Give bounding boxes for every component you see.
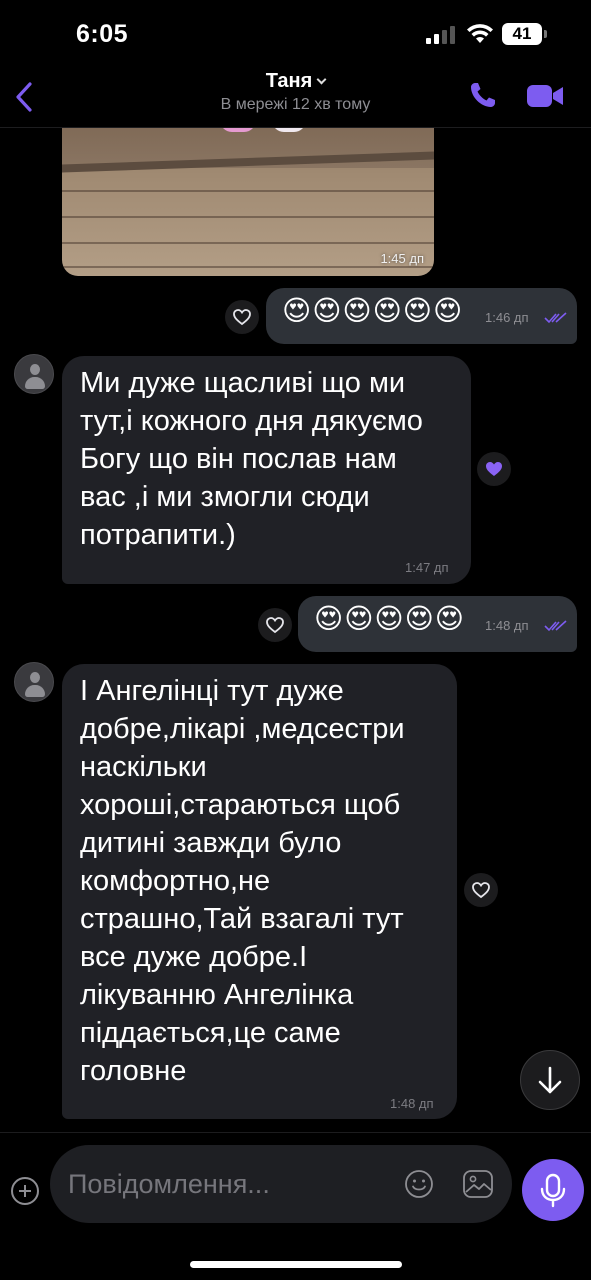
message-line: страшно,Тай взагалі тут — [80, 903, 404, 935]
message-line: наскільки — [80, 751, 207, 783]
message-line: хороші,стараються щоб — [80, 789, 401, 821]
record-voice-button[interactable] — [522, 1159, 584, 1221]
read-checkmarks-icon — [544, 620, 567, 632]
message-composer: Повідомлення... — [0, 1132, 591, 1280]
heart-outline-icon — [266, 617, 284, 634]
image-icon[interactable] — [462, 1169, 494, 1199]
arrow-down-icon — [538, 1066, 562, 1094]
message-line: добре,лікарі ,медсестри — [80, 713, 405, 745]
message-time: 1:45 дп — [380, 251, 424, 266]
image-message[interactable]: 1:45 дп — [62, 128, 434, 276]
message-line: вас ,і ми змогли сюди — [80, 481, 370, 513]
message-line: лікуванню Ангелінка — [80, 979, 354, 1011]
avatar-head — [30, 364, 40, 375]
cellular-signal-icon — [426, 26, 456, 44]
scroll-to-bottom-button[interactable] — [520, 1050, 580, 1110]
react-button[interactable] — [258, 608, 292, 642]
message-line: тут,і кожного дня дякуємо — [80, 405, 423, 437]
chevron-down-icon — [316, 74, 327, 85]
heart-outline-icon — [233, 309, 251, 326]
photo-floor-line — [62, 242, 434, 244]
avatar[interactable] — [14, 354, 54, 394]
message-line: піддається,це саме — [80, 1017, 341, 1049]
smiley-icon[interactable] — [404, 1169, 434, 1199]
avatar-body — [25, 377, 45, 389]
heart-outline-icon — [472, 882, 490, 899]
message-text: І Ангелінці тут дуже добре,лікарі ,медсе… — [80, 672, 405, 1090]
incoming-message[interactable]: Ми дуже щасливі що ми тут,і кожного дня … — [62, 356, 471, 584]
read-checkmarks-icon — [544, 312, 567, 324]
message-time: 1:46 дп — [485, 310, 529, 325]
photo-floor-line — [62, 216, 434, 218]
chat-header: Таня В мережі 12 хв тому — [0, 62, 591, 128]
message-list[interactable]: 1:45 дп 😍😍😍😍😍😍 1:46 дп Ми дуже щасливі щ… — [0, 128, 591, 1132]
message-input-placeholder: Повідомлення... — [68, 1169, 270, 1199]
outgoing-message[interactable]: 😍😍😍😍😍😍 1:46 дп — [266, 288, 577, 344]
purple-heart-icon — [486, 462, 502, 476]
status-time: 6:05 — [76, 20, 129, 48]
react-button[interactable] — [464, 873, 498, 907]
photo-floor-line — [62, 190, 434, 192]
message-line: потрапити.) — [80, 519, 236, 551]
message-time: 1:47 дп — [405, 560, 449, 575]
contact-name: Таня — [265, 70, 313, 92]
status-bar: 6:05 41 — [0, 0, 591, 70]
wifi-icon — [467, 24, 493, 43]
reaction-badge[interactable] — [477, 452, 511, 486]
message-text: Ми дуже щасливі що ми тут,і кожного дня … — [80, 364, 423, 554]
message-line: дитині завжди було — [80, 827, 342, 859]
avatar-body — [25, 685, 45, 697]
battery-indicator: 41 — [502, 23, 542, 45]
plus-icon[interactable] — [11, 1177, 39, 1205]
message-line: все дуже добре.І — [80, 941, 308, 973]
message-time: 1:48 дп — [390, 1096, 434, 1111]
message-line: Ми дуже щасливі що ми — [80, 367, 406, 399]
message-line: Богу що він послав нам — [80, 443, 397, 475]
presence-status: В мережі 12 хв тому — [220, 96, 371, 113]
message-line: головне — [80, 1055, 187, 1087]
contact-name-button[interactable]: Таня — [0, 70, 591, 93]
video-camera-icon[interactable] — [526, 82, 564, 110]
react-button[interactable] — [225, 300, 259, 334]
message-line: комфортно,не — [80, 865, 271, 897]
phone-icon[interactable] — [468, 80, 498, 110]
microphone-icon — [540, 1173, 566, 1208]
message-input[interactable]: Повідомлення... — [50, 1145, 512, 1223]
battery-tip — [544, 30, 547, 38]
avatar-head — [30, 672, 40, 683]
emoji-text: 😍😍😍😍😍 — [314, 603, 465, 634]
emoji-text: 😍😍😍😍😍😍 — [282, 295, 464, 326]
message-time: 1:48 дп — [485, 618, 529, 633]
avatar[interactable] — [14, 662, 54, 702]
incoming-message[interactable]: І Ангелінці тут дуже добре,лікарі ,медсе… — [62, 664, 457, 1119]
home-indicator — [190, 1261, 402, 1268]
photo-floor-line — [62, 266, 434, 268]
message-line: І Ангелінці тут дуже — [80, 675, 344, 707]
outgoing-message[interactable]: 😍😍😍😍😍 1:48 дп — [298, 596, 577, 652]
